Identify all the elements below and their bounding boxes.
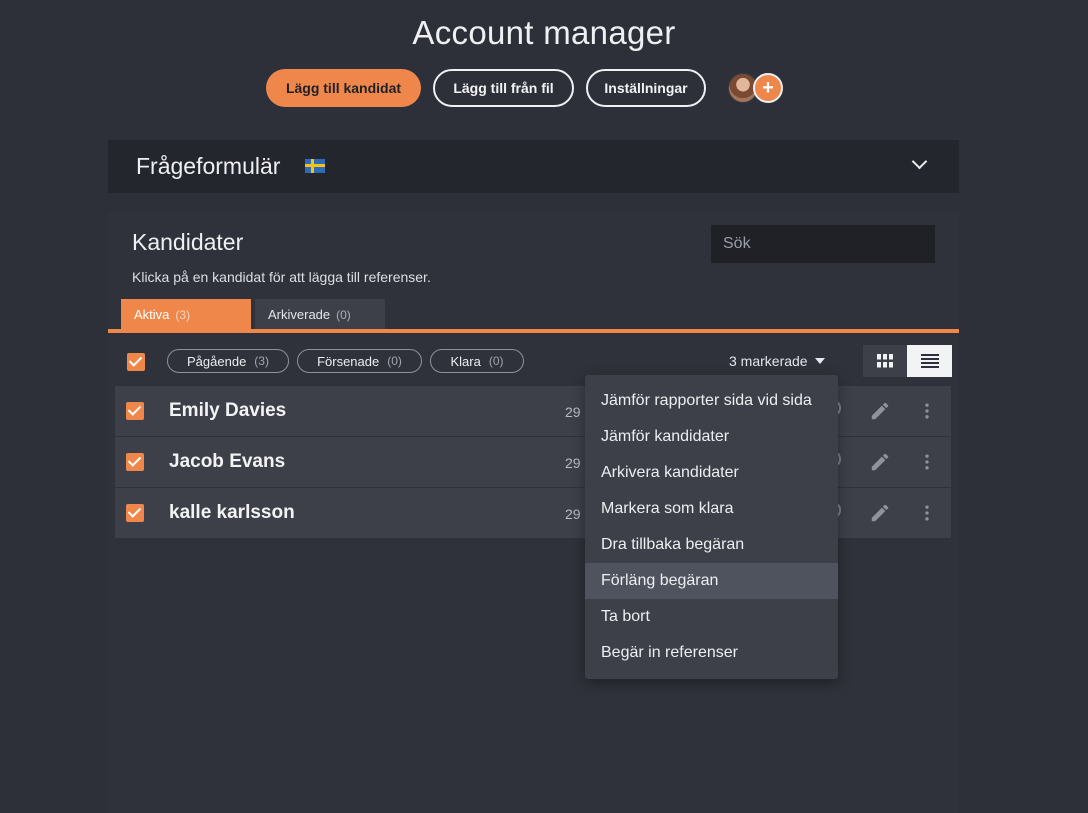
caret-down-icon [814, 358, 825, 364]
selected-count-dropdown[interactable]: 3 markerade [729, 353, 825, 369]
filter-count: (3) [254, 354, 269, 368]
filter-label: Försenade [317, 353, 380, 369]
chevron-down-icon[interactable] [911, 153, 928, 170]
filter-late[interactable]: Försenade (0) [297, 349, 422, 373]
edit-icon[interactable] [869, 400, 891, 422]
candidate-name: Emily Davies [169, 400, 287, 421]
row-checkbox[interactable] [126, 504, 144, 522]
edit-icon[interactable] [869, 451, 891, 473]
filter-count: (0) [488, 354, 504, 368]
row-checkbox[interactable] [126, 453, 144, 471]
grid-view-button[interactable] [863, 345, 907, 377]
menu-item-archive[interactable]: Arkivera kandidater [585, 455, 838, 491]
more-vertical-icon[interactable] [917, 452, 937, 472]
edit-icon[interactable] [869, 502, 891, 524]
questionnaire-panel[interactable]: Frågeformulär [108, 140, 959, 193]
search-input[interactable] [711, 225, 935, 263]
more-vertical-icon[interactable] [917, 401, 937, 421]
tab-archived[interactable]: Arkiverade (0) [255, 299, 385, 330]
candidate-name: kalle karlsson [169, 502, 295, 523]
top-actions: Lägg till kandidat Lägg till från fil In… [0, 69, 1088, 107]
menu-item-compare-candidates[interactable]: Jämför kandidater [585, 419, 838, 455]
tab-underline [108, 329, 959, 333]
candidates-subtitle: Klicka på en kandidat för att lägga till… [132, 269, 431, 285]
plus-icon: + [762, 77, 774, 99]
add-from-file-button[interactable]: Lägg till från fil [433, 69, 574, 107]
tab-count: (0) [336, 307, 351, 322]
page-title: Account manager [412, 14, 676, 51]
grid-icon [877, 354, 893, 368]
filter-count: (0) [387, 354, 402, 368]
candidate-name: Jacob Evans [169, 451, 286, 472]
selected-count-label: 3 markerade [729, 353, 808, 369]
menu-item-compare-reports[interactable]: Jämför rapporter sida vid sida [585, 383, 838, 419]
filter-done[interactable]: Klara (0) [430, 349, 524, 373]
filter-label: Pågående [187, 353, 247, 369]
candidates-title: Kandidater [132, 229, 244, 255]
add-user-button[interactable]: + [753, 73, 783, 103]
questionnaire-title: Frågeformulär [136, 153, 281, 179]
swedish-flag-icon [305, 159, 325, 173]
menu-item-delete[interactable]: Ta bort [585, 599, 838, 635]
row-checkbox[interactable] [126, 402, 144, 420]
tab-label: Aktiva [134, 307, 170, 322]
menu-item-mark-done[interactable]: Markera som klara [585, 491, 838, 527]
menu-item-request-references[interactable]: Begär in referenser [585, 635, 838, 671]
tab-label: Arkiverade [268, 307, 331, 322]
filter-ongoing[interactable]: Pågående (3) [167, 349, 289, 373]
add-candidate-button[interactable]: Lägg till kandidat [266, 69, 421, 107]
bulk-actions-menu: Jämför rapporter sida vid sida Jämför ka… [585, 375, 838, 679]
more-vertical-icon[interactable] [917, 503, 937, 523]
filter-label: Klara [450, 353, 481, 369]
tab-active[interactable]: Aktiva (3) [121, 299, 251, 330]
tab-count: (3) [175, 307, 191, 322]
list-icon [920, 354, 939, 368]
select-all-checkbox[interactable] [127, 353, 145, 371]
settings-button[interactable]: Inställningar [586, 69, 706, 107]
menu-item-extend-request[interactable]: Förläng begäran [585, 563, 838, 599]
list-view-button[interactable] [907, 345, 952, 377]
menu-item-withdraw-request[interactable]: Dra tillbaka begäran [585, 527, 838, 563]
